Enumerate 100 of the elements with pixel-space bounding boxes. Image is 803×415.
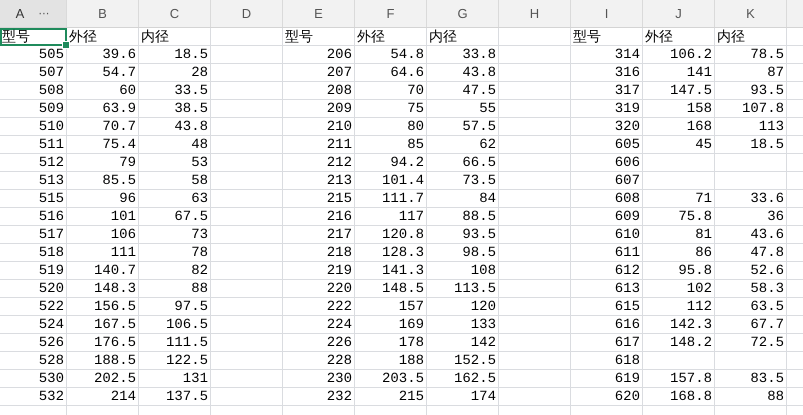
table-cell: 28 [191, 65, 208, 81]
table-cell: 106 [110, 227, 136, 243]
table-cell: 511 [38, 137, 64, 153]
column-header[interactable]: G [457, 6, 468, 21]
column-header[interactable]: B [98, 6, 107, 21]
table-cell: 608 [614, 191, 640, 207]
column-header[interactable]: A [16, 6, 24, 21]
table-cell: 60 [119, 83, 136, 99]
table-cell: 211 [326, 137, 352, 153]
table-cell: 54.8 [390, 47, 424, 63]
selected-cell-outline[interactable]: 型号 [0, 28, 67, 46]
table-cell: 36 [767, 209, 784, 225]
table-cell: 93.5 [750, 83, 784, 99]
column-label: 内径 [141, 28, 169, 46]
table-cell: 613 [614, 281, 640, 297]
table-cell: 212 [326, 155, 352, 171]
table-cell: 88.5 [462, 209, 496, 225]
table-cell: 45 [695, 137, 712, 153]
table-cell: 142 [470, 335, 496, 351]
table-cell: 618 [614, 353, 640, 369]
table-cell: 43.8 [174, 119, 208, 135]
table-cell: 157 [398, 299, 424, 315]
table-cell: 53 [191, 155, 208, 171]
column-header[interactable]: H [530, 6, 540, 21]
table-cell: 224 [326, 317, 352, 333]
table-cell: 63.9 [102, 101, 136, 117]
table-cell: 86 [695, 245, 712, 261]
table-cell: 117 [398, 209, 424, 225]
table-cell: 107.8 [742, 101, 784, 117]
table-cell: 317 [614, 83, 640, 99]
table-cell: 524 [38, 317, 64, 333]
table-cell: 619 [614, 371, 640, 387]
table-cell: 532 [38, 389, 64, 405]
table-cell: 63.5 [750, 299, 784, 315]
more-menu[interactable]: ⋯ [38, 7, 50, 20]
column-label: 型号 [573, 28, 601, 46]
table-cell: 176.5 [94, 335, 136, 351]
table-cell: 70.7 [102, 119, 136, 135]
table-cell: 43.8 [462, 65, 496, 81]
table-cell: 509 [38, 101, 64, 117]
table-cell: 62 [479, 137, 496, 153]
table-cell: 102 [686, 281, 712, 297]
table-cell: 162.5 [454, 371, 496, 387]
table-cell: 94.2 [390, 155, 424, 171]
table-cell: 152.5 [454, 353, 496, 369]
table-cell: 73 [191, 227, 208, 243]
table-cell: 208 [326, 83, 352, 99]
table-cell: 97.5 [174, 299, 208, 315]
column-header[interactable]: D [242, 6, 252, 21]
table-cell: 18.5 [750, 137, 784, 153]
table-cell: 64.6 [390, 65, 424, 81]
table-cell: 512 [38, 155, 64, 171]
table-cell: 72.5 [750, 335, 784, 351]
table-cell: 168.8 [670, 389, 712, 405]
column-header[interactable]: C [170, 6, 180, 21]
table-cell: 137.5 [166, 389, 208, 405]
column-header[interactable]: J [675, 6, 682, 21]
table-cell: 73.5 [462, 173, 496, 189]
table-cell: 530 [38, 371, 64, 387]
table-cell: 141.3 [382, 263, 424, 279]
column-header[interactable]: E [314, 6, 323, 21]
table-cell: 81 [695, 227, 712, 243]
table-cell: 156.5 [94, 299, 136, 315]
table-cell: 517 [38, 227, 64, 243]
table-cell: 620 [614, 389, 640, 405]
table-cell: 320 [614, 119, 640, 135]
column-label: 外径 [645, 28, 673, 46]
table-cell: 112 [686, 299, 712, 315]
table-cell: 319 [614, 101, 640, 117]
column-label: 型号 [285, 28, 313, 46]
table-cell: 612 [614, 263, 640, 279]
table-cell: 113.5 [454, 281, 496, 297]
column-header[interactable]: K [746, 6, 755, 21]
table-cell: 188.5 [94, 353, 136, 369]
table-cell: 148.2 [670, 335, 712, 351]
column-header[interactable]: F [386, 6, 394, 21]
table-cell: 75.4 [102, 137, 136, 153]
table-cell: 84 [479, 191, 496, 207]
table-cell: 101.4 [382, 173, 424, 189]
table-cell: 55 [479, 101, 496, 117]
table-cell: 518 [38, 245, 64, 261]
table-cell: 120 [470, 299, 496, 315]
column-header[interactable]: I [604, 6, 608, 21]
table-cell: 88 [767, 389, 784, 405]
table-cell: 47.8 [750, 245, 784, 261]
table-cell: 174 [470, 389, 496, 405]
table-cell: 111.7 [382, 191, 424, 207]
table-cell: 232 [326, 389, 352, 405]
table-cell: 148.3 [94, 281, 136, 297]
column-label: 内径 [717, 28, 745, 46]
fill-handle[interactable] [62, 41, 70, 49]
table-cell: 18.5 [174, 47, 208, 63]
table-cell: 148.5 [382, 281, 424, 297]
table-cell: 526 [38, 335, 64, 351]
table-cell: 75 [407, 101, 424, 117]
table-cell: 215 [326, 191, 352, 207]
table-cell: 314 [614, 47, 640, 63]
table-cell: 111.5 [166, 335, 208, 351]
table-cell: 140.7 [94, 263, 136, 279]
table-cell: 47.5 [462, 83, 496, 99]
